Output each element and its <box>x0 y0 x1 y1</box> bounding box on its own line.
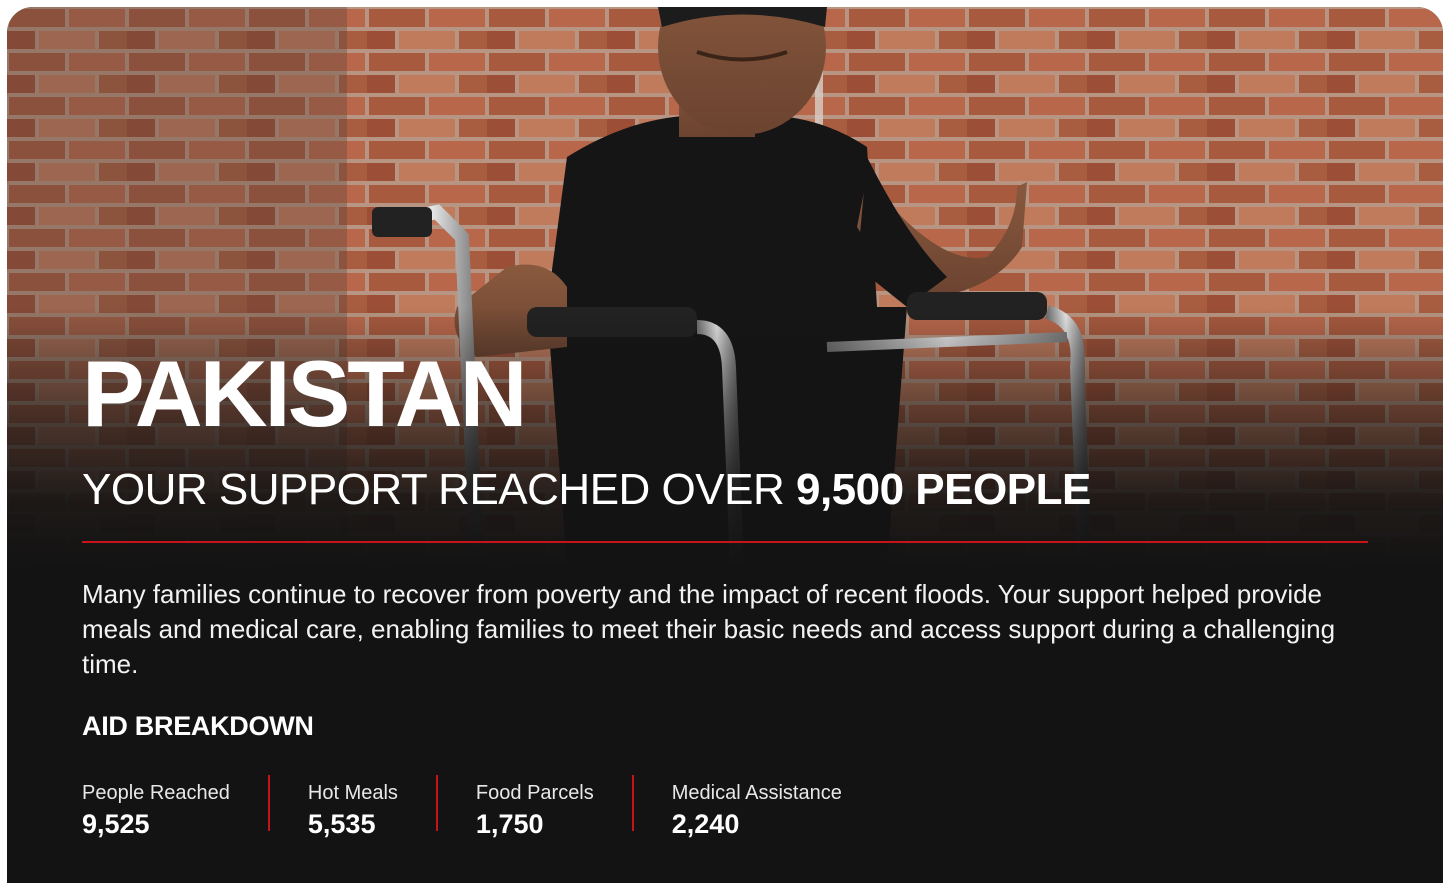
aid-breakdown-stats: People Reached 9,525 Hot Meals 5,535 Foo… <box>82 775 842 838</box>
stat-hot-meals: Hot Meals 5,535 <box>308 775 398 838</box>
reach-subtitle-highlight: 9,500 PEOPLE <box>795 465 1091 514</box>
stat-label: Medical Assistance <box>671 782 842 804</box>
stat-divider <box>267 775 270 831</box>
aid-breakdown-heading: AID BREAKDOWN <box>82 711 314 741</box>
country-title: PAKISTAN <box>82 341 528 446</box>
stat-label: Hot Meals <box>307 782 398 804</box>
stat-label: Food Parcels <box>475 782 594 804</box>
stat-value: 2,240 <box>671 809 740 839</box>
divider-line <box>82 541 1368 543</box>
reach-subtitle: YOUR SUPPORT REACHED OVER 9,500 PEOPLE <box>82 465 1091 514</box>
stat-value: 5,535 <box>307 809 376 839</box>
stat-value: 1,750 <box>475 809 544 839</box>
stat-divider <box>435 775 438 831</box>
stat-medical-assistance: Medical Assistance 2,240 <box>672 775 842 838</box>
impact-card: PAKISTAN YOUR SUPPORT REACHED OVER 9,500… <box>7 7 1443 883</box>
stat-people-reached: People Reached 9,525 <box>82 775 230 838</box>
impact-description: Many families continue to recover from p… <box>82 579 1336 679</box>
reach-subtitle-prefix: YOUR SUPPORT REACHED OVER <box>82 465 796 514</box>
stat-divider <box>631 775 634 831</box>
stat-label: People Reached <box>82 782 230 804</box>
stat-food-parcels: Food Parcels 1,750 <box>476 775 594 838</box>
stat-value: 9,525 <box>82 809 150 839</box>
